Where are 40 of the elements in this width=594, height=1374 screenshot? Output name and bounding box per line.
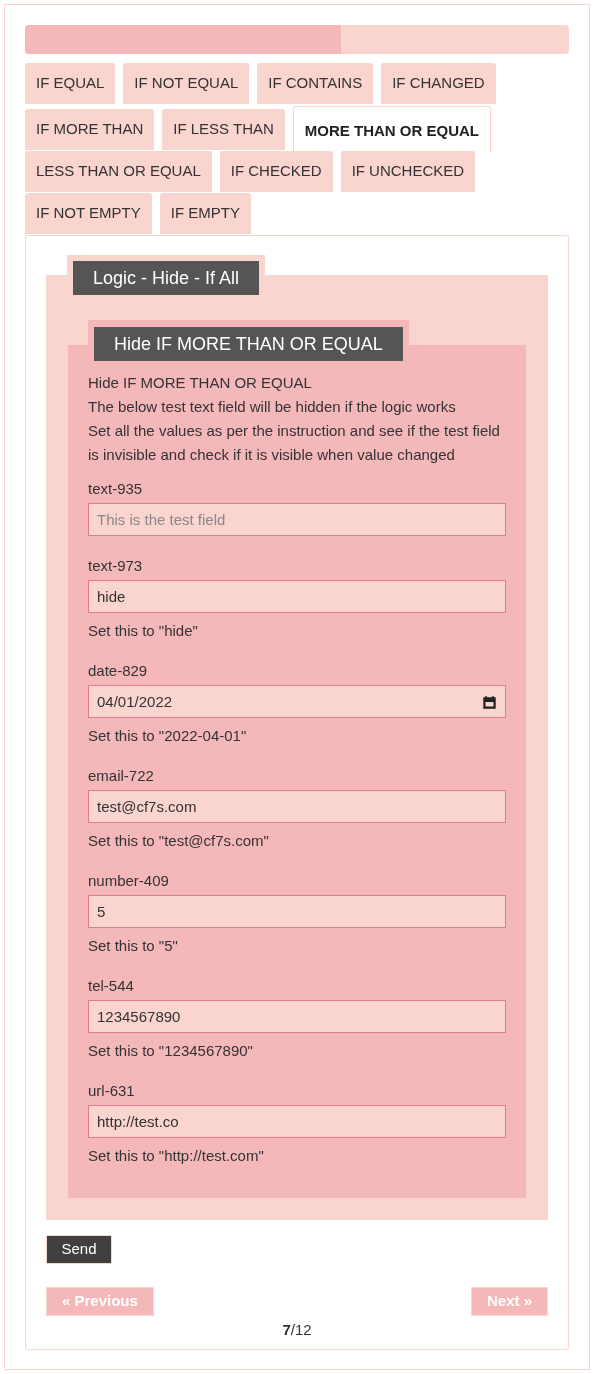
field-label: email-722 [88, 766, 155, 786]
field-hint: Set this to "http://test.com" [88, 1146, 265, 1166]
input-field[interactable]: test@cf7s.com [88, 790, 506, 823]
group-legend: Hide IF MORE THAN OR EQUAL [94, 327, 403, 361]
input-field[interactable]: This is the test field [88, 503, 506, 536]
field-label: date-829 [88, 661, 149, 681]
field-label: url-631 [88, 1081, 136, 1101]
field-hint: Set this to "5" [88, 936, 179, 956]
calendar-icon[interactable] [483, 695, 496, 709]
description-text: The below test text field will be hidden if the logic works [88, 397, 457, 417]
field-label: text-973 [88, 556, 144, 576]
tab[interactable]: IF NOT EQUAL [123, 63, 250, 104]
input-field[interactable]: 1234567890 [88, 1000, 506, 1033]
group-legend: Logic - Hide - If All [73, 261, 260, 295]
page-indicator: 7/12 [282, 1320, 312, 1340]
input-field[interactable]: 5 [88, 895, 506, 928]
date-field[interactable]: 04/01/2022 [88, 685, 506, 718]
send-button[interactable]: Send [46, 1235, 112, 1264]
description-text: Hide IF MORE THAN OR EQUAL [88, 373, 313, 393]
field-label: text-935 [88, 479, 144, 499]
field-hint: Set this to "hide" [88, 621, 199, 641]
tab[interactable]: MORE THAN OR EQUAL [292, 106, 491, 152]
tab[interactable]: IF LESS THAN [162, 109, 285, 150]
field-hint: Set this to "2022-04-01" [88, 726, 248, 746]
tab[interactable]: IF CHECKED [219, 151, 333, 192]
tab[interactable]: LESS THAN OR EQUAL [25, 151, 212, 192]
tab[interactable]: IF MORE THAN [25, 109, 155, 150]
description-text: Set all the values as per the instruction and see if the test field is invisible and check if it is visible when value changed [88, 421, 501, 465]
tab[interactable]: IF NOT EMPTY [25, 193, 152, 234]
input-field[interactable]: hide [88, 580, 506, 613]
field-hint: Set this to "1234567890" [88, 1041, 254, 1061]
field-hint: Set this to "test@cf7s.com" [88, 831, 270, 851]
tab[interactable]: IF EMPTY [159, 193, 251, 234]
tab[interactable]: IF EQUAL [25, 63, 116, 104]
tab[interactable]: IF CONTAINS [257, 63, 374, 104]
field-label: number-409 [88, 871, 170, 891]
input-field[interactable]: http://test.co [88, 1105, 506, 1138]
tab[interactable]: IF CHANGED [381, 63, 496, 104]
field-label: tel-544 [88, 976, 135, 996]
tab[interactable]: IF UNCHECKED [340, 151, 476, 192]
